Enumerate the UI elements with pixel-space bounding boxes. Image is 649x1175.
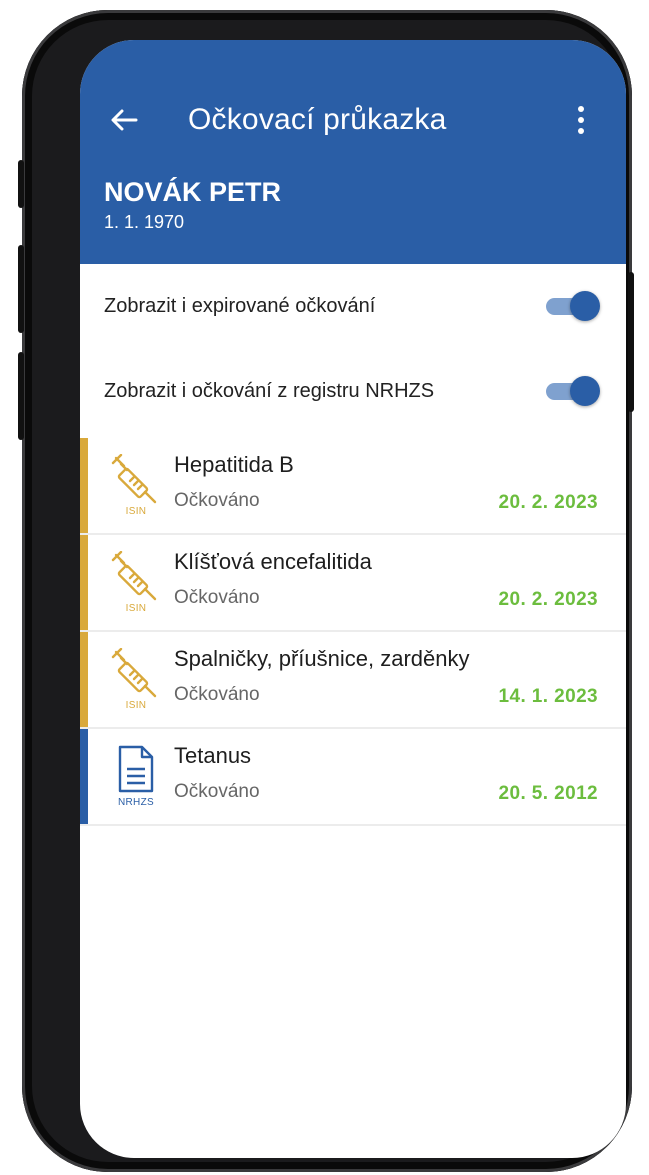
source-badge: ISIN — [110, 647, 162, 712]
more-vert-icon-dot — [578, 128, 584, 134]
source-label: ISIN — [125, 603, 147, 614]
vaccination-status: Očkováno — [174, 490, 260, 511]
more-vert-icon — [578, 106, 584, 112]
vaccination-name: Tetanus — [174, 743, 252, 768]
syringe-icon — [111, 550, 157, 601]
app-bar: Očkovací průkazka NOVÁK PETR 1. 1. 1970 — [80, 40, 626, 264]
source-badge: ISIN — [110, 453, 162, 518]
vaccination-date: 20. 2. 2023 — [498, 589, 598, 610]
vaccination-date: 20. 5. 2012 — [498, 783, 598, 804]
back-button[interactable] — [106, 102, 142, 138]
phone-side-button — [18, 160, 24, 208]
vaccination-name: Klíšťová encefalitida — [174, 549, 372, 574]
source-label: NRHZS — [118, 797, 154, 808]
document-icon — [118, 745, 154, 793]
phone-volume-up-button — [18, 245, 24, 333]
source-label: ISIN — [125, 506, 147, 517]
source-badge: ISIN — [110, 550, 162, 615]
syringe-icon — [111, 453, 157, 504]
vaccination-status: Očkováno — [174, 684, 260, 705]
source-badge: NRHZS — [110, 745, 162, 809]
switch-thumb — [570, 291, 600, 321]
vaccination-status: Očkováno — [174, 587, 260, 608]
source-stripe — [80, 729, 88, 824]
toggle-row-expired: Zobrazit i expirované očkování — [80, 276, 626, 336]
source-label: ISIN — [125, 700, 147, 711]
app-screen: Očkovací průkazka NOVÁK PETR 1. 1. 1970 … — [80, 40, 626, 1158]
page-title: Očkovací průkazka — [188, 103, 447, 136]
vaccination-list: ISIN Hepatitida B Očkováno 20. 2. 2023 I… — [80, 438, 626, 826]
toggle-switch-expired[interactable] — [546, 290, 600, 322]
vaccination-date: 20. 2. 2023 — [498, 492, 598, 513]
patient-name: NOVÁK PETR — [104, 177, 282, 207]
toggle-label-expired: Zobrazit i expirované očkování — [104, 294, 376, 317]
vaccination-item[interactable]: ISIN Klíšťová encefalitida Očkováno 20. … — [80, 535, 626, 632]
vaccination-date: 14. 1. 2023 — [498, 686, 598, 707]
phone-volume-down-button — [18, 352, 24, 440]
more-vert-icon-dot — [578, 117, 584, 123]
back-arrow-icon — [111, 109, 138, 131]
vaccination-item[interactable]: ISIN Spalničky, příušnice, zarděnky Očko… — [80, 632, 626, 729]
vaccination-item[interactable]: NRHZS Tetanus Očkováno 20. 5. 2012 — [80, 729, 626, 826]
toggle-row-nrhzs: Zobrazit i očkování z registru NRHZS — [80, 361, 626, 421]
toggle-label-nrhzs: Zobrazit i očkování z registru NRHZS — [104, 379, 435, 402]
switch-thumb — [570, 376, 600, 406]
patient-birth-date: 1. 1. 1970 — [104, 212, 185, 232]
source-stripe — [80, 535, 88, 630]
toggle-switch-nrhzs[interactable] — [546, 375, 600, 407]
phone-frame: Očkovací průkazka NOVÁK PETR 1. 1. 1970 … — [18, 10, 634, 1172]
syringe-icon — [111, 647, 157, 698]
more-options-button[interactable] — [566, 100, 596, 140]
phone-power-button — [628, 272, 634, 412]
source-stripe — [80, 438, 88, 533]
vaccination-item[interactable]: ISIN Hepatitida B Očkováno 20. 2. 2023 — [80, 438, 626, 535]
source-stripe — [80, 632, 88, 727]
vaccination-name: Spalničky, příušnice, zarděnky — [174, 646, 470, 671]
vaccination-status: Očkováno — [174, 781, 260, 802]
vaccination-name: Hepatitida B — [174, 452, 294, 477]
